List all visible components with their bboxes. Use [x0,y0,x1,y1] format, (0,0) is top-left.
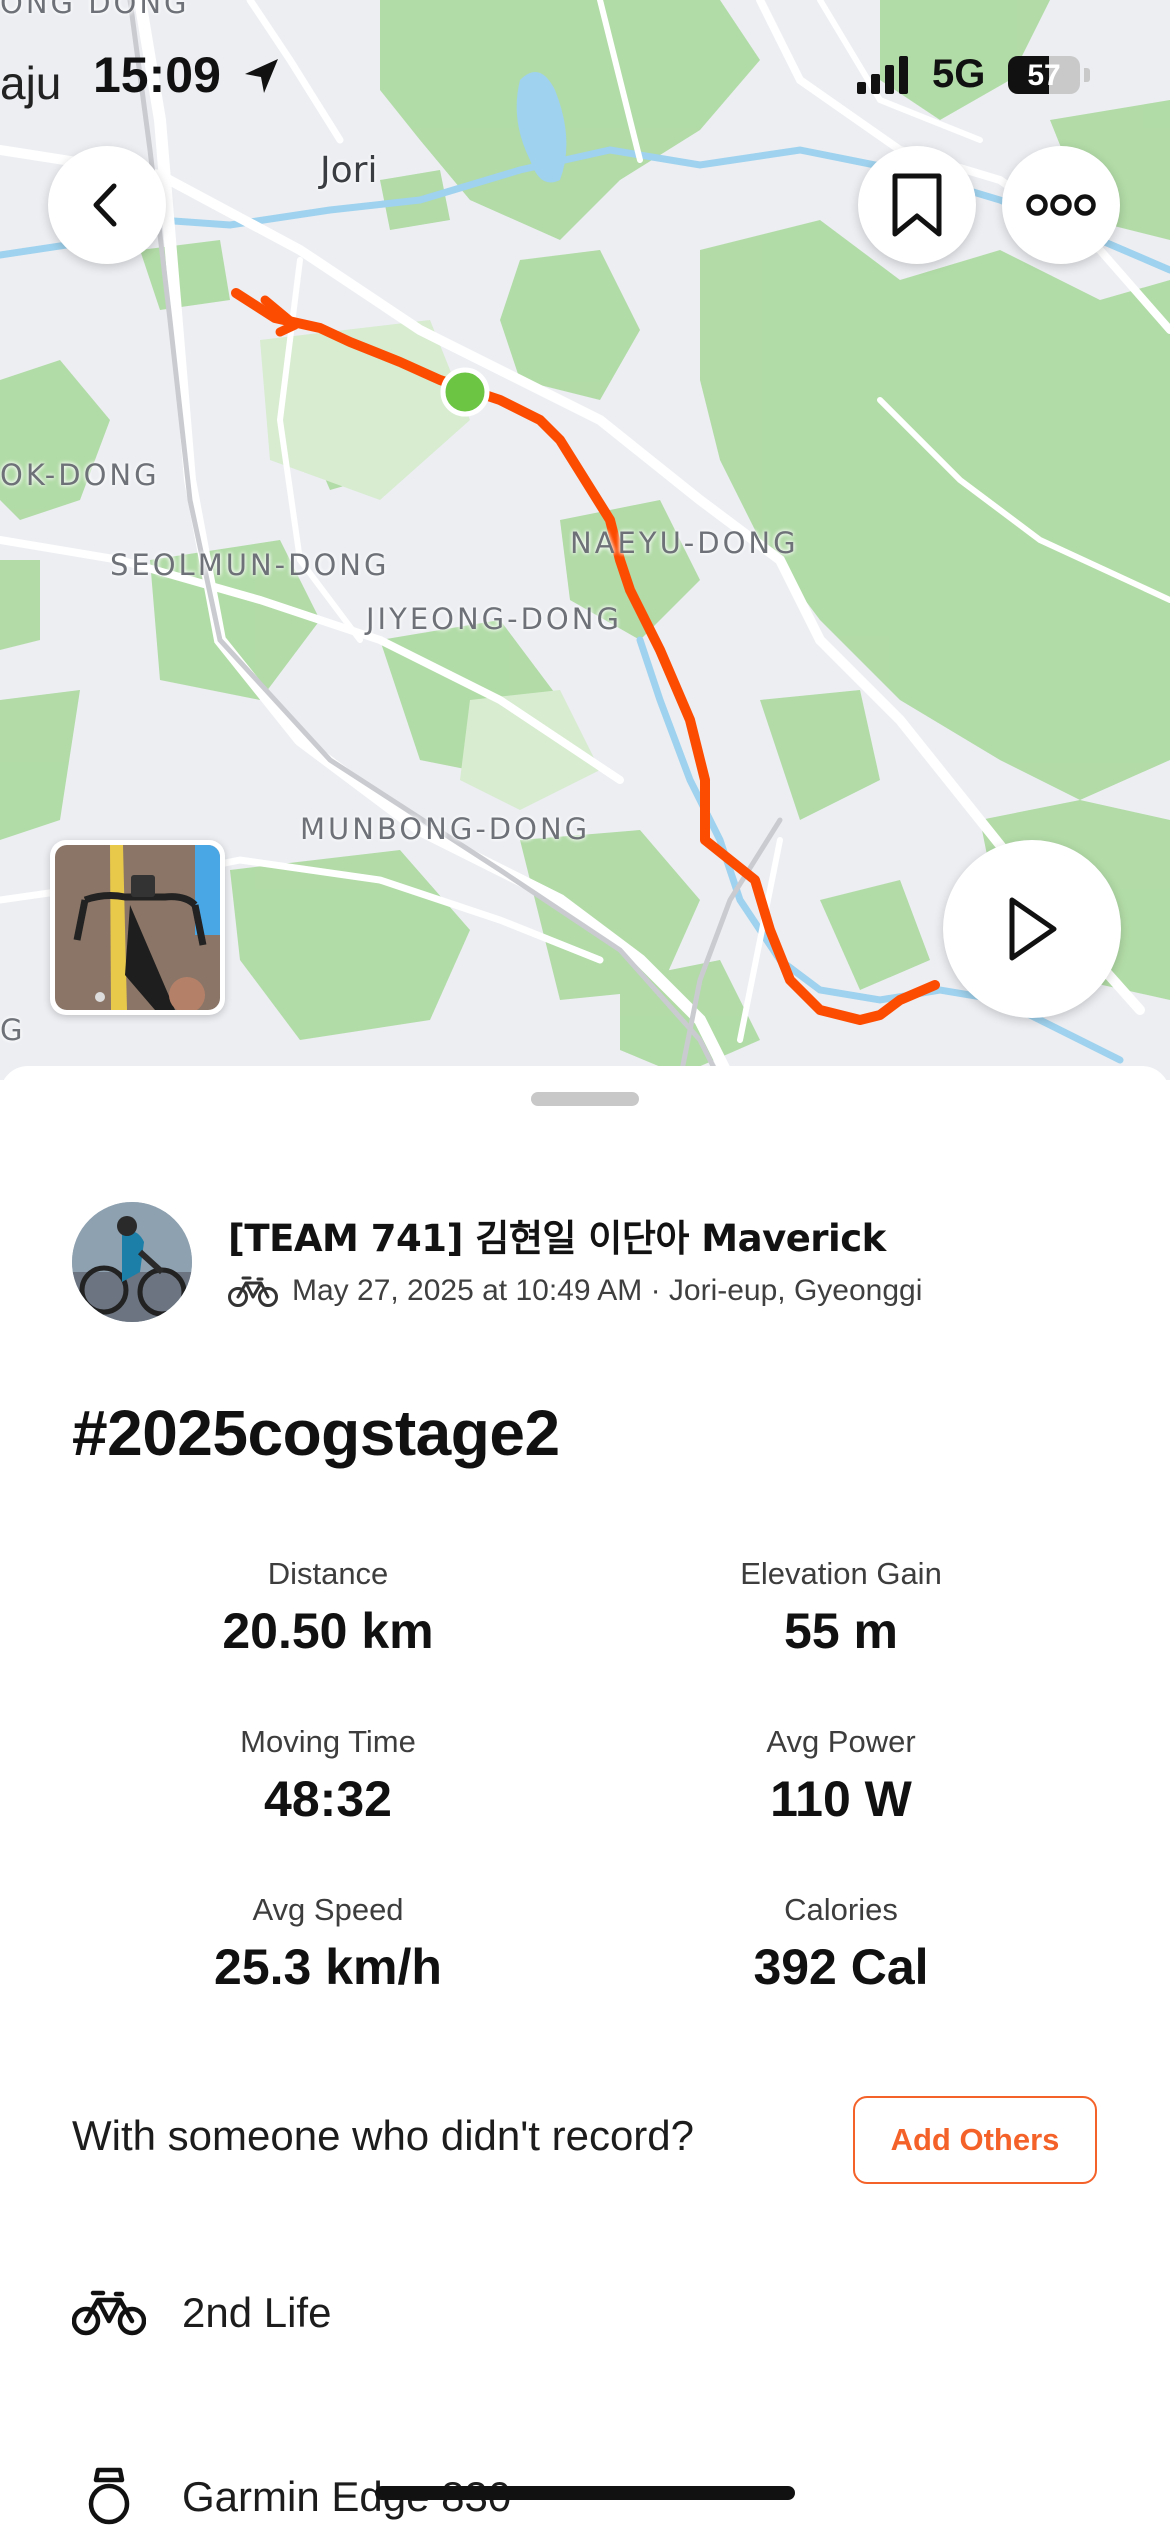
stat-label: Moving Time [240,1724,416,1759]
stat-value: 392 Cal [753,1939,929,1995]
stat-avg-speed: Avg Speed 25.3 km/h [128,1892,528,1996]
activity-title: #2025cogstage2 [72,1397,560,1469]
stat-moving-time: Moving Time 48:32 [128,1724,528,1828]
route-start-marker [440,367,490,417]
stat-label: Avg Speed [252,1892,404,1927]
status-network: 5G [932,52,986,96]
status-left-fragment: aju [0,57,62,109]
stat-value: 25.3 km/h [214,1939,442,1995]
bookmark-icon [892,173,942,237]
bike-icon [72,2290,146,2336]
back-button[interactable] [48,146,166,264]
battery-icon: 57 [1008,56,1080,94]
stat-label: Avg Power [766,1724,916,1759]
battery-level: 57 [1027,59,1061,92]
activity-meta-text: May 27, 2025 at 10:49 AM · Jori-eup, Gye… [292,1274,923,1307]
more-button[interactable] [1002,146,1120,264]
stat-value: 48:32 [264,1771,392,1827]
stat-elevation-gain: Elevation Gain 55 m [641,1556,1041,1660]
with-someone-prompt: With someone who didn't record? [72,2112,695,2159]
signal-icon [857,56,908,94]
map-label-ok-dong: OK-DONG [0,458,160,492]
activity-sheet: [TEAM 741] 김현일 이단아 Maverick May 27, 2025… [0,1066,1170,2532]
battery-nub [1084,68,1090,82]
photo-thumbnail[interactable] [50,840,225,1015]
map-label-seolmun: SEOLMUN-DONG [110,548,390,582]
status-time: 15:09 [93,47,221,103]
bike-name: 2nd Life [182,2289,332,2336]
map-label-munbong: MUNBONG-DONG [300,812,591,846]
stat-value: 110 W [770,1771,912,1827]
stat-calories: Calories 392 Cal [641,1892,1041,1996]
location-arrow-icon [245,59,278,93]
home-indicator[interactable] [375,2486,795,2500]
stat-value: 55 m [784,1603,898,1659]
map-label-top: ONG DONG [0,0,190,20]
activity-meta: May 27, 2025 at 10:49 AM · Jori-eup, Gye… [228,1274,922,1308]
status-bar: aju 15:09 5G 57 [0,42,1170,112]
bookmark-button[interactable] [858,146,976,264]
stat-avg-power: Avg Power 110 W [641,1724,1041,1828]
watch-icon [88,2467,130,2525]
stat-label: Distance [267,1556,389,1591]
stat-label: Calories [784,1892,898,1927]
play-icon [1009,897,1057,961]
stat-value: 20.50 km [222,1603,434,1659]
chevron-left-icon [93,183,117,227]
play-flyover-button[interactable] [943,840,1121,1018]
stat-label: Elevation Gain [740,1556,942,1591]
athlete-name[interactable]: [TEAM 741] 김현일 이단아 Maverick [228,1208,886,1262]
photo-image [55,845,220,1010]
add-others-button[interactable]: Add Others [853,2096,1097,2184]
bike-icon [228,1276,278,1307]
stat-distance: Distance 20.50 km [128,1556,528,1660]
map-label-naeyu: NAEYU-DONG [570,526,799,560]
map-label-jori: Jori [320,150,378,191]
bike-gear-row[interactable]: 2nd Life [72,2288,331,2338]
map-label-g: G [0,1013,26,1047]
sheet-drag-handle[interactable] [531,1092,639,1106]
map-label-jiyeong: JIYEONG-DONG [366,602,622,636]
more-dots-icon [1026,194,1096,216]
avatar[interactable] [72,1202,192,1322]
route-map[interactable]: ONG DONG Jori OK-DONG SEOLMUN-DONG NAEYU… [0,0,1170,1080]
